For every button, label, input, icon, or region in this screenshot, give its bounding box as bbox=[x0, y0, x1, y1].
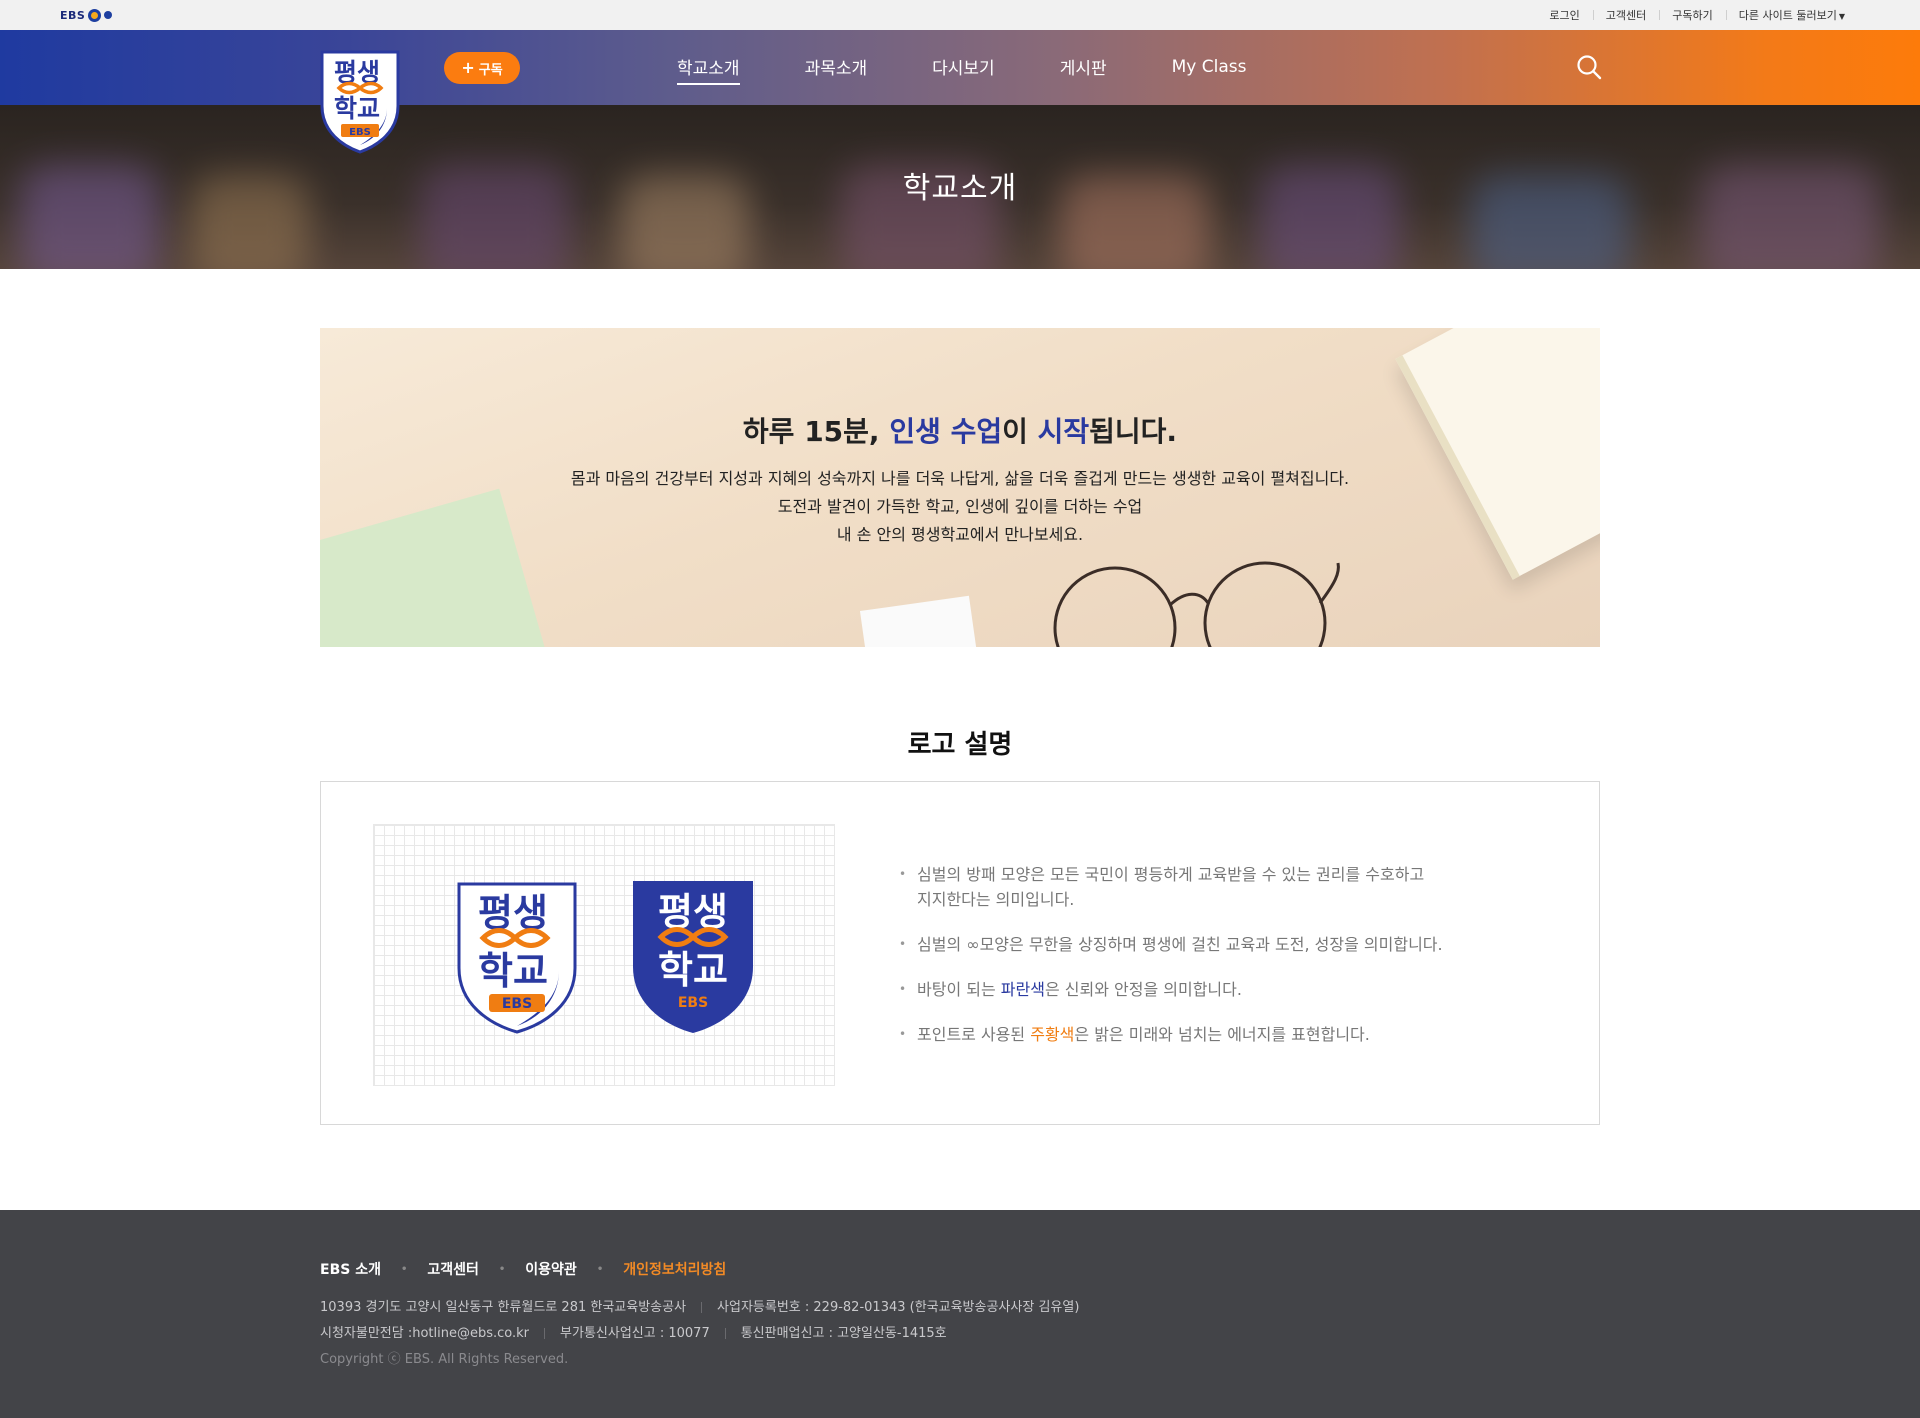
logo-section-title: 로고 설명 bbox=[907, 730, 1013, 760]
logo-desc-shield: 심벌의 방패 모양은 모든 국민이 평등하게 교육받을 수 있는 권리를 수호하… bbox=[899, 862, 1539, 912]
glasses-decoration bbox=[1053, 561, 1340, 647]
footer-divider: • bbox=[400, 1263, 408, 1275]
badge-blue-line1: 평생 bbox=[658, 890, 728, 934]
logo-badge-white: 평생 학교 EBS bbox=[457, 882, 577, 1034]
footer-links: EBS 소개 • 고객센터 • 이용약관 • 개인정보처리방침 bbox=[320, 1259, 726, 1279]
badge-blue-line2: 학교 bbox=[658, 948, 728, 992]
footer-ecommerce: 통신판매업신고 : 고양일산동-1415호 bbox=[740, 1326, 947, 1341]
main-nav: 학교소개 과목소개 다시보기 게시판 My Class bbox=[677, 30, 1246, 105]
ebs-logo-text: EBS bbox=[60, 8, 86, 22]
login-link[interactable]: 로그인 bbox=[1536, 7, 1592, 23]
subscribe-button[interactable]: + 구독 bbox=[444, 52, 520, 84]
subscribe-label: 구독 bbox=[478, 62, 503, 78]
logo-description-box: 평생 학교 EBS 평생 학교 EBS 심벌의 방패 모양은 모든 국민이 평등… bbox=[320, 781, 1600, 1125]
customer-center-link[interactable]: 고객센터 bbox=[1592, 7, 1659, 23]
footer-info-row1: 10393 경기도 고양시 일산동구 한류월드로 281 한국교육방송공사 사업자… bbox=[320, 1295, 1079, 1321]
site-logo-line2: 학교 bbox=[334, 94, 380, 123]
hero-banner: 학교소개 bbox=[0, 105, 1920, 269]
footer-link-ebs-intro[interactable]: EBS 소개 bbox=[320, 1259, 381, 1279]
intro-line: 몸과 마음의 건강부터 지성과 지혜의 성숙까지 나를 더욱 나답게, 삶을 더… bbox=[570, 469, 1350, 488]
intro-heading: 하루 15분, 인생 수업이 시작됩니다. bbox=[320, 410, 1600, 450]
footer: EBS 소개 • 고객센터 • 이용약관 • 개인정보처리방침 10393 경기… bbox=[0, 1210, 1920, 1418]
logo-desc-blue-pre: 바탕이 되는 bbox=[917, 980, 1001, 999]
nav-my-class[interactable]: My Class bbox=[1172, 57, 1247, 79]
footer-info-row2: 시청자불만전담 :hotline@ebs.co.kr 부가통신사업신고 : 100… bbox=[320, 1321, 1079, 1347]
main-header: + 구독 학교소개 과목소개 다시보기 게시판 My Class bbox=[0, 30, 1920, 105]
plus-icon: + bbox=[461, 58, 475, 77]
logo-desc-blue: 바탕이 되는 파란색은 신뢰와 안정을 의미합니다. bbox=[899, 977, 1539, 1002]
logo-desc-blue-post: 은 신뢰와 안정을 의미합니다. bbox=[1044, 980, 1242, 999]
heading-part-3: 됩니다. bbox=[1089, 415, 1178, 448]
intro-line: 도전과 발견이 가득한 학교, 인생에 깊이를 더하는 수업 bbox=[777, 497, 1143, 516]
logo-desc-blue-highlight: 파란색 bbox=[1000, 980, 1045, 999]
page-title: 학교소개 bbox=[902, 171, 1018, 206]
nav-replay[interactable]: 다시보기 bbox=[932, 54, 995, 81]
other-sites-label: 다른 사이트 둘러보기 bbox=[1738, 9, 1837, 22]
search-icon[interactable] bbox=[1576, 54, 1602, 80]
intro-text: 몸과 마음의 건강부터 지성과 지혜의 성숙까지 나를 더욱 나답게, 삶을 더… bbox=[320, 465, 1600, 549]
logo-desc-orange-post: 은 밝은 미래와 넘치는 에너지를 표현합니다. bbox=[1074, 1025, 1370, 1044]
logo-desc-shield-line1: 심벌의 방패 모양은 모든 국민이 평등하게 교육받을 수 있는 권리를 수호하… bbox=[917, 865, 1425, 884]
logo-badge-blue: 평생 학교 EBS bbox=[633, 881, 753, 1033]
footer-divider: • bbox=[596, 1263, 604, 1275]
badge-white-line3: EBS bbox=[502, 996, 532, 1012]
intro-line: 내 손 안의 평생학교에서 만나보세요. bbox=[836, 525, 1084, 544]
heading-highlight-1: 인생 수업 bbox=[889, 415, 1003, 448]
site-logo-line3: EBS bbox=[349, 127, 371, 138]
utility-bar: EBS 로그인 고객센터 구독하기 다른 사이트 둘러보기 ▼ bbox=[0, 0, 1920, 30]
caret-down-icon: ▼ bbox=[1838, 12, 1845, 21]
heading-highlight-2: 시작 bbox=[1037, 415, 1090, 448]
intro-banner: 하루 15분, 인생 수업이 시작됩니다. 몸과 마음의 건강부터 지성과 지혜… bbox=[320, 328, 1600, 647]
footer-vas: 부가통신사업신고 : 10077 bbox=[560, 1326, 710, 1341]
subscribe-link[interactable]: 구독하기 bbox=[1659, 7, 1725, 23]
logo-description-list: 심벌의 방패 모양은 모든 국민이 평등하게 교육받을 수 있는 권리를 수호하… bbox=[899, 862, 1539, 1067]
site-logo[interactable]: 평생 학교 EBS bbox=[317, 48, 403, 154]
footer-separator bbox=[701, 1302, 703, 1313]
nav-school-intro[interactable]: 학교소개 bbox=[677, 54, 740, 85]
footer-separator bbox=[544, 1328, 546, 1339]
badge-white-line1: 평생 bbox=[478, 891, 548, 935]
heading-part-2: 이 bbox=[1002, 415, 1038, 448]
ebs-logo-mark bbox=[88, 8, 102, 22]
logo-desc-infinity: 심벌의 ∞모양은 무한을 상징하며 평생에 걸친 교육과 도전, 성장을 의미합… bbox=[899, 932, 1539, 957]
footer-business-no: 사업자등록번호 : 229-82-01343 (한국교육방송공사사장 김유열) bbox=[717, 1300, 1080, 1315]
footer-info: 10393 경기도 고양시 일산동구 한류월드로 281 한국교육방송공사 사업자… bbox=[320, 1295, 1079, 1373]
utility-links: 로그인 고객센터 구독하기 다른 사이트 둘러보기 ▼ bbox=[1536, 0, 1858, 30]
footer-divider: • bbox=[498, 1263, 506, 1275]
other-sites-dropdown[interactable]: 다른 사이트 둘러보기 ▼ bbox=[1725, 7, 1858, 23]
footer-hotline[interactable]: 시청자불만전담 :hotline@ebs.co.kr bbox=[320, 1326, 529, 1341]
footer-address: 10393 경기도 고양시 일산동구 한류월드로 281 한국교육방송공사 bbox=[320, 1300, 687, 1315]
logo-desc-orange: 포인트로 사용된 주황색은 밝은 미래와 넘치는 에너지를 표현합니다. bbox=[899, 1022, 1539, 1047]
memo-paper-decoration bbox=[859, 595, 981, 647]
ebs-logo-dot bbox=[104, 11, 113, 19]
nav-subjects[interactable]: 과목소개 bbox=[805, 54, 868, 81]
logo-desc-orange-pre: 포인트로 사용된 bbox=[917, 1025, 1031, 1044]
badge-white-line2: 학교 bbox=[478, 949, 548, 993]
footer-separator bbox=[724, 1328, 726, 1339]
footer-copyright: Copyright ⓒ EBS. All Rights Reserved. bbox=[320, 1352, 569, 1367]
heading-part-1: 하루 15분, bbox=[742, 415, 890, 448]
footer-link-privacy[interactable]: 개인정보처리방침 bbox=[623, 1259, 726, 1279]
nav-board[interactable]: 게시판 bbox=[1060, 54, 1107, 81]
logo-desc-orange-highlight: 주황색 bbox=[1030, 1025, 1075, 1044]
ebs-logo[interactable]: EBS bbox=[60, 8, 113, 22]
footer-link-customer-center[interactable]: 고객센터 bbox=[427, 1259, 479, 1279]
footer-link-terms[interactable]: 이용약관 bbox=[525, 1259, 577, 1279]
logo-grid bbox=[373, 824, 835, 1086]
badge-blue-line3: EBS bbox=[678, 995, 708, 1011]
logo-desc-shield-line2: 지지한다는 의미입니다. bbox=[917, 890, 1075, 909]
